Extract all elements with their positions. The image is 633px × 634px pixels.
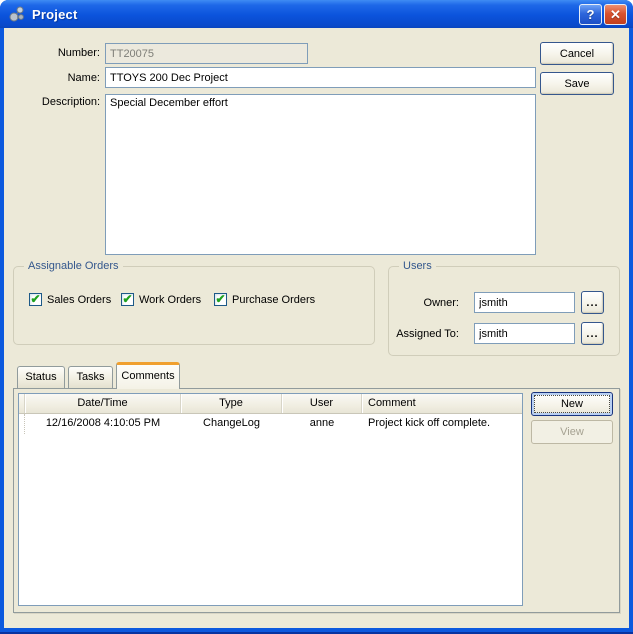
help-button[interactable]: ? [579, 3, 602, 25]
table-row[interactable]: 12/16/2008 4:10:05 PM ChangeLog anne Pro… [19, 414, 522, 434]
purchase-orders-label: Purchase Orders [232, 293, 316, 306]
comments-table-header[interactable]: Date/Time Type User Comment [19, 394, 522, 414]
cell-user: anne [309, 417, 335, 429]
comments-table[interactable]: Date/Time Type User Comment 12/16/2008 4… [18, 393, 523, 606]
name-field[interactable] [105, 67, 536, 88]
column-header-datetime[interactable]: Date/Time [25, 394, 181, 413]
checkbox-icon: ✔ [29, 291, 42, 306]
number-field [105, 43, 308, 64]
cancel-button[interactable]: Cancel [540, 42, 614, 65]
checkbox-icon: ✔ [214, 291, 227, 306]
sales-orders-checkbox[interactable]: ✔ Sales Orders [29, 293, 111, 306]
tab-comments[interactable]: Comments [116, 362, 180, 389]
dialog-body: Number: Cancel Name: Save Description: S… [4, 28, 629, 628]
name-label: Name: [67, 72, 100, 84]
assigned-to-label: Assigned To: [396, 328, 459, 340]
owner-label: Owner: [423, 297, 459, 309]
new-button[interactable]: New [531, 392, 613, 416]
sales-orders-label: Sales Orders [47, 293, 112, 306]
column-header-type[interactable]: Type [181, 394, 282, 413]
column-header-user[interactable]: User [282, 394, 362, 413]
titlebar[interactable]: Project ? ✕ [0, 0, 633, 28]
description-label: Description: [41, 96, 100, 108]
assignable-orders-group: Assignable Orders ✔ Sales Orders ✔ Work … [13, 260, 375, 345]
project-app-icon [8, 5, 26, 23]
tab-status[interactable]: Status [17, 366, 65, 388]
assigned-to-field[interactable] [474, 323, 575, 344]
cell-type: ChangeLog [203, 417, 260, 429]
cell-datetime: 12/16/2008 4:10:05 PM [45, 417, 161, 429]
comments-tab-panel: Date/Time Type User Comment 12/16/2008 4… [13, 388, 620, 613]
users-group: Users Owner: ... Assigned To: ... [388, 260, 620, 356]
view-button: View [531, 420, 613, 444]
purchase-orders-checkbox[interactable]: ✔ Purchase Orders [214, 293, 315, 306]
users-title: Users [399, 260, 436, 272]
owner-field[interactable] [474, 292, 575, 313]
cell-comment: Project kick off complete. [368, 417, 491, 429]
save-button[interactable]: Save [540, 72, 614, 95]
assignable-orders-title: Assignable Orders [24, 260, 123, 272]
work-orders-checkbox[interactable]: ✔ Work Orders [121, 293, 201, 306]
checkbox-icon: ✔ [121, 291, 134, 306]
owner-browse-button[interactable]: ... [581, 291, 604, 314]
project-dialog-window: Project ? ✕ Number: Cancel Name: Save De… [0, 0, 633, 634]
close-icon[interactable]: ✕ [604, 3, 627, 25]
column-header-comment[interactable]: Comment [362, 394, 522, 413]
assigned-to-browse-button[interactable]: ... [581, 322, 604, 345]
tab-tasks[interactable]: Tasks [68, 366, 113, 388]
description-field[interactable]: Special December effort [105, 94, 536, 255]
number-label: Number: [57, 47, 100, 59]
window-title: Project [32, 6, 78, 22]
work-orders-label: Work Orders [139, 293, 202, 306]
